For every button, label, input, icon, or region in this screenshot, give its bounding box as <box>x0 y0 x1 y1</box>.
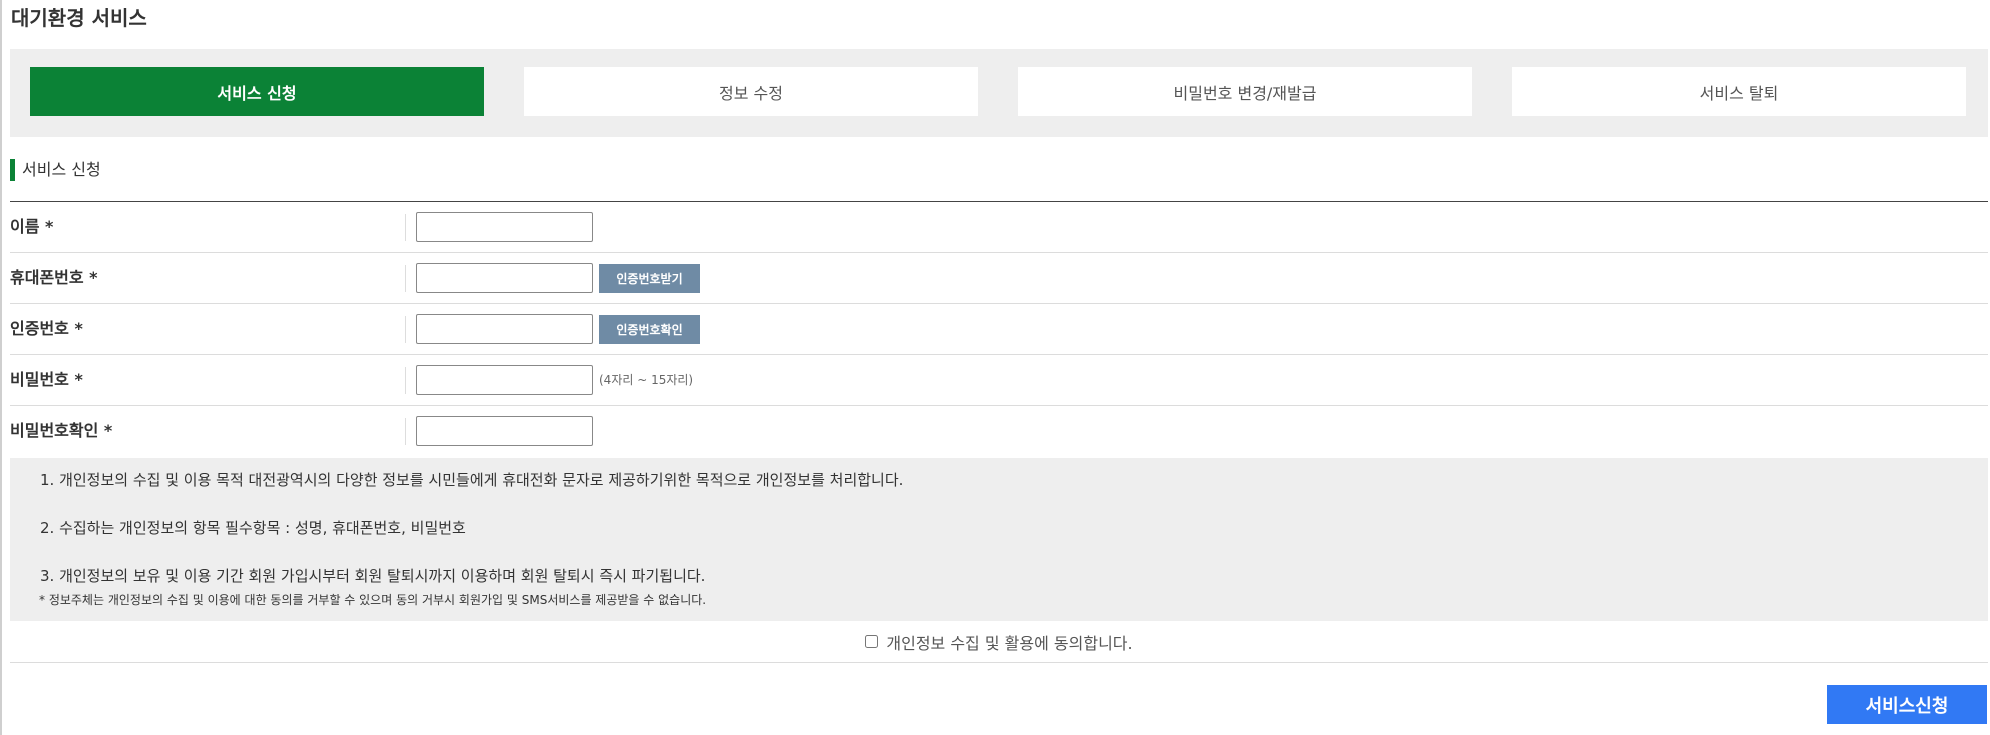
notice-line-retention: 3. 개인정보의 보유 및 이용 기간 회원 가입시부터 회원 탈퇴시까지 이용… <box>40 567 706 585</box>
form-row-password: 비밀번호 * (4자리 ~ 15자리) <box>10 355 1988 406</box>
page-title: 대기환경 서비스 <box>11 6 147 30</box>
consent-checkbox[interactable] <box>865 635 879 648</box>
name-label: 이름 * <box>10 217 54 236</box>
tab-change-password[interactable]: 비밀번호 변경/재발급 <box>1018 67 1472 116</box>
password-label: 비밀번호 * <box>10 370 83 389</box>
tab-service-apply[interactable]: 서비스 신청 <box>30 67 484 116</box>
form-row-name: 이름 * <box>10 202 1988 253</box>
section-title: 서비스 신청 <box>10 159 101 181</box>
form-row-phone: 휴대폰번호 * 인증번호받기 <box>10 253 1988 304</box>
phone-label: 휴대폰번호 * <box>10 268 98 287</box>
consent-label[interactable]: 개인정보 수집 및 활용에 동의합니다. <box>886 630 1132 654</box>
notice-line-purpose: 1. 개인정보의 수집 및 이용 목적 대전광역시의 다양한 정보를 시민들에게… <box>40 471 904 489</box>
auth-code-label: 인증번호 * <box>10 319 83 338</box>
row-separator <box>405 316 406 343</box>
notice-footnote: * 정보주체는 개인정보의 수집 및 이용에 대한 동의를 거부할 수 있으며 … <box>39 593 707 607</box>
name-input[interactable] <box>416 212 593 242</box>
form-row-auth-code: 인증번호 * 인증번호확인 <box>10 304 1988 355</box>
row-separator <box>405 418 406 445</box>
password-hint: (4자리 ~ 15자리) <box>599 373 694 387</box>
row-separator <box>405 265 406 292</box>
auth-code-input[interactable] <box>416 314 593 344</box>
tab-bar: 서비스 신청 정보 수정 비밀번호 변경/재발급 서비스 탈퇴 <box>10 49 1988 137</box>
request-auth-code-button[interactable]: 인증번호받기 <box>599 264 700 293</box>
form-row-password-confirm: 비밀번호확인 * <box>10 406 1988 457</box>
window-left-edge <box>0 0 2 735</box>
privacy-notice: 1. 개인정보의 수집 및 이용 목적 대전광역시의 다양한 정보를 시민들에게… <box>10 458 1988 621</box>
consent-row: 개인정보 수집 및 활용에 동의합니다. <box>10 621 1988 663</box>
password-confirm-label: 비밀번호확인 * <box>10 421 113 440</box>
verify-auth-code-button[interactable]: 인증번호확인 <box>599 315 700 344</box>
notice-line-items: 2. 수집하는 개인정보의 항목 필수항목 : 성명, 휴대폰번호, 비밀번호 <box>40 519 466 537</box>
password-confirm-input[interactable] <box>416 416 593 446</box>
row-separator <box>405 367 406 394</box>
phone-input[interactable] <box>416 263 593 293</box>
tab-edit-info[interactable]: 정보 수정 <box>524 67 978 116</box>
tab-service-withdraw[interactable]: 서비스 탈퇴 <box>1512 67 1966 116</box>
password-input[interactable] <box>416 365 593 395</box>
submit-service-button[interactable]: 서비스신청 <box>1827 685 1987 724</box>
row-separator <box>405 214 406 241</box>
